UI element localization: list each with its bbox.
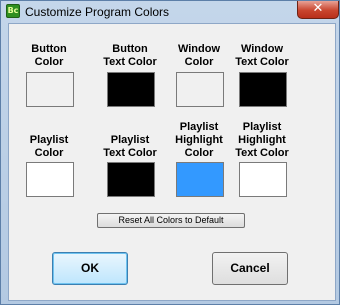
button-color-swatch[interactable]	[26, 72, 74, 107]
customize-colors-dialog: Bc Customize Program Colors ✕ Button Col…	[0, 0, 340, 305]
playlist-highlight-text-color-label: Playlist Highlight Text Color	[235, 121, 289, 159]
window-color-swatch[interactable]	[176, 72, 224, 107]
ok-button[interactable]: OK	[52, 252, 128, 285]
cancel-button[interactable]: Cancel	[212, 252, 288, 285]
window-text-color-swatch[interactable]	[239, 72, 287, 107]
window-title: Customize Program Colors	[25, 5, 170, 19]
dialog-content: Button Color Button Text Color Window Co…	[8, 23, 336, 301]
playlist-text-color-swatch[interactable]	[107, 162, 155, 197]
title-bar[interactable]: Bc Customize Program Colors ✕	[1, 1, 339, 23]
playlist-highlight-color-swatch[interactable]	[176, 162, 224, 197]
reset-colors-button[interactable]: Reset All Colors to Default	[97, 213, 245, 228]
playlist-color-label: Playlist Color	[29, 134, 69, 159]
playlist-highlight-text-color-swatch[interactable]	[239, 162, 287, 197]
playlist-color-swatch[interactable]	[26, 162, 74, 197]
button-text-color-swatch[interactable]	[107, 72, 155, 107]
close-button[interactable]: ✕	[297, 1, 339, 19]
window-text-color-label: Window Text Color	[235, 43, 289, 68]
button-color-label: Button Color	[31, 43, 67, 68]
app-icon: Bc	[6, 4, 20, 18]
